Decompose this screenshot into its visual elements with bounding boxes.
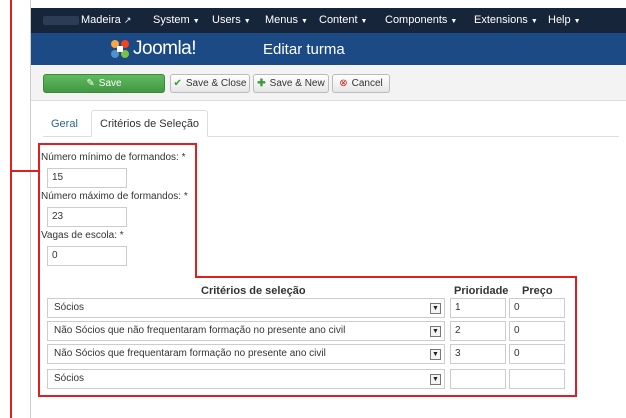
criterio-value: Não Sócios que não frequentaram formação… [54,325,346,336]
max-formandos-input[interactable]: 23 [47,207,127,227]
logo-text: Joomla! [133,38,197,59]
max-formandos-label: Número máximo de formandos: * [41,191,188,202]
save-button-label: Save [98,78,122,89]
min-formandos-label: Número mínimo de formandos: * [41,152,186,163]
prioridade-input[interactable]: 1 [450,298,506,318]
cancel-button[interactable]: ⊗ Cancel [332,74,390,93]
screenshot-frame: Madeira ↗ System ▼ Users ▼ Menus ▼ Content ▼… [0,0,626,418]
prioridade-header: Prioridade [454,285,509,297]
dropdown-arrow-icon[interactable]: ▼ [430,326,441,337]
menu-menus[interactable]: Menus ▼ [265,14,308,26]
edit-icon: ✎ [86,77,95,89]
criterio-value: Não Sócios que frequentaram formação no … [54,348,326,359]
vagas-escola-input[interactable]: 0 [47,246,127,266]
annotation-vertical-line [10,0,12,418]
prioridade-input[interactable]: 2 [450,321,506,341]
menu-help[interactable]: Help ▼ [548,14,581,26]
criterio-value: Sócios [54,302,85,313]
blurred-site-icon [43,16,79,25]
annotation-connector [10,170,40,172]
site-name: Madeira [81,14,121,26]
min-formandos-input[interactable]: 15 [47,168,127,188]
caret-down-icon: ▼ [360,18,368,25]
preco-input[interactable] [509,369,565,389]
preco-input[interactable]: 0 [509,344,565,364]
save-new-button[interactable]: ✚ Save & New [253,74,329,93]
caret-down-icon: ▼ [450,18,458,25]
caret-down-icon: ▼ [573,18,581,25]
menu-label: System [153,14,190,26]
tab-criterios-selecao[interactable]: Critérios de Seleção [91,110,209,137]
caret-down-icon: ▼ [530,18,538,25]
left-margin [0,0,30,418]
dropdown-arrow-icon[interactable]: ▼ [430,303,441,314]
save-close-label: Save & Close [185,78,247,89]
save-new-label: Save & New [269,78,325,89]
check-icon: ✔ [173,77,182,89]
prioridade-input[interactable] [450,369,506,389]
preco-input[interactable]: 0 [509,298,565,318]
top-navbar: Madeira ↗ System ▼ Users ▼ Menus ▼ Content ▼… [31,8,626,33]
dropdown-arrow-icon[interactable]: ▼ [430,374,441,385]
caret-down-icon: ▼ [301,18,308,25]
caret-down-icon: ▼ [243,18,251,25]
menu-label: Content [319,14,358,26]
external-link-icon: ↗ [123,15,132,25]
criterio-select[interactable]: Sócios ▼ [47,369,445,389]
criterio-select[interactable]: Não Sócios que frequentaram formação no … [47,344,445,364]
site-link[interactable]: Madeira ↗ [81,14,131,26]
criterios-header: Critérios de seleção [201,285,306,297]
menu-label: Menus [265,14,299,26]
criterio-select[interactable]: Não Sócios que não frequentaram formação… [47,321,445,341]
menu-users[interactable]: Users ▼ [212,14,251,26]
criterio-select[interactable]: Sócios ▼ [47,298,445,318]
joomla-admin-window: Madeira ↗ System ▼ Users ▼ Menus ▼ Content ▼… [30,0,626,418]
menu-label: Components [385,14,448,26]
menu-components[interactable]: Components ▼ [385,14,457,26]
preco-header: Preço [522,285,553,297]
page-title: Editar turma [263,41,345,58]
save-close-button[interactable]: ✔ Save & Close [170,74,250,93]
prioridade-input[interactable]: 3 [450,344,506,364]
dropdown-arrow-icon[interactable]: ▼ [430,349,441,360]
preco-input[interactable]: 0 [509,321,565,341]
menu-label: Extensions [474,14,528,26]
joomla-logo-icon [111,40,129,58]
menu-system[interactable]: System ▼ [153,14,200,26]
toolbar: ✎ Save ✔ Save & Close ✚ Save & New ⊗ Can… [31,65,626,101]
tab-bar: Geral Critérios de Seleção [43,110,619,137]
menu-content[interactable]: Content ▼ [319,14,367,26]
plus-icon: ✚ [257,77,266,89]
tab-geral[interactable]: Geral [43,110,86,137]
vagas-escola-label: Vagas de escola: * [41,230,124,241]
criterio-value: Sócios [54,373,85,384]
caret-down-icon: ▼ [192,18,200,25]
cancel-label: Cancel [351,78,383,89]
page-header: Joomla! Editar turma [31,33,626,65]
menu-extensions[interactable]: Extensions ▼ [474,14,538,26]
menu-label: Users [212,14,241,26]
cancel-icon: ⊗ [339,77,348,89]
menu-label: Help [548,14,571,26]
save-button[interactable]: ✎ Save [43,74,165,93]
